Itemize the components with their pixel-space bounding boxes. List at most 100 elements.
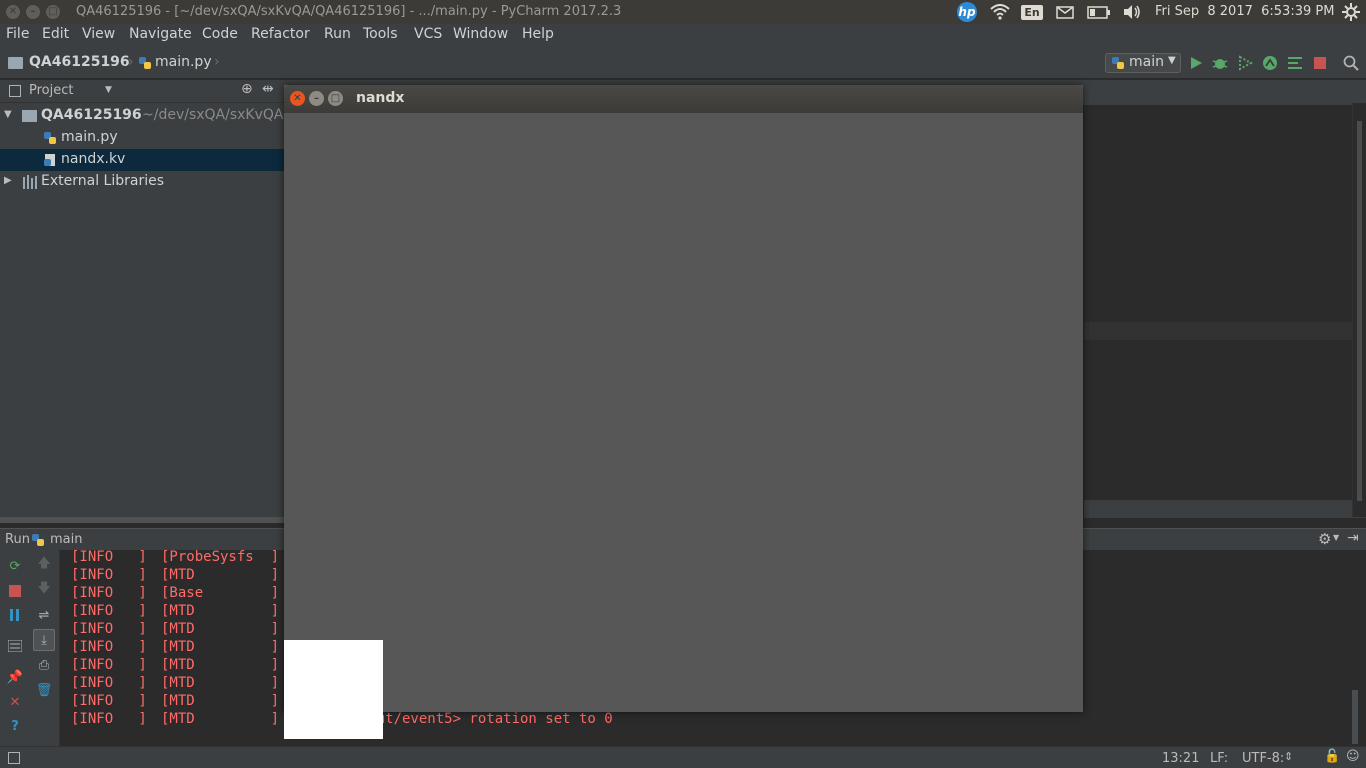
- breadcrumb-project[interactable]: QA46125196: [29, 54, 130, 70]
- kv-file-icon: [43, 153, 57, 167]
- dump-threads-icon[interactable]: [6, 637, 24, 655]
- coverage-icon[interactable]: [1237, 55, 1253, 71]
- python-file-icon: [138, 56, 152, 70]
- tree-item-label: main.py: [61, 129, 118, 145]
- maximize-icon: □: [48, 6, 58, 17]
- python-config-icon: [1111, 56, 1125, 70]
- print-icon[interactable]: ⎙: [35, 656, 53, 674]
- run-panel-label[interactable]: Run: [5, 532, 30, 547]
- line-separator[interactable]: LF:: [1210, 751, 1228, 766]
- window-maximize-button[interactable]: □: [46, 5, 60, 19]
- console-scroll-thumb[interactable]: [1352, 690, 1358, 744]
- battery-icon[interactable]: [1087, 2, 1111, 22]
- trash-icon[interactable]: 🗑: [35, 681, 53, 699]
- menu-run[interactable]: Run: [324, 26, 351, 42]
- mail-icon[interactable]: [1054, 2, 1076, 22]
- debug-icon[interactable]: [1212, 55, 1228, 71]
- settings-gear-icon[interactable]: ⚙: [1318, 530, 1331, 548]
- tree-item-main-py[interactable]: main.py: [0, 127, 284, 149]
- stop-icon[interactable]: [6, 582, 24, 600]
- kivy-maximize-button[interactable]: □: [328, 91, 343, 106]
- menu-help[interactable]: Help: [522, 26, 554, 42]
- python-file-icon: [43, 131, 57, 145]
- folder-icon: [22, 110, 37, 122]
- hp-logo-icon[interactable]: hp: [956, 2, 978, 22]
- rerun-icon[interactable]: ⟳: [6, 557, 24, 575]
- run-config-label: main: [1129, 54, 1164, 70]
- run-icon[interactable]: [1188, 55, 1204, 71]
- system-gear-icon[interactable]: [1340, 2, 1362, 22]
- tool-windows-icon[interactable]: [8, 752, 20, 764]
- profile-icon[interactable]: [1262, 55, 1278, 71]
- menu-tools[interactable]: Tools: [363, 26, 398, 42]
- close-icon[interactable]: ✕: [6, 693, 24, 711]
- keyboard-layout-label: En: [1021, 4, 1043, 20]
- expand-arrow-icon[interactable]: ▶: [4, 175, 12, 186]
- run-toolbar-secondary: 🡅 🡇 ⇌ ⤓ ⎙ 🗑: [30, 550, 60, 746]
- window-close-button[interactable]: ✕: [6, 5, 20, 19]
- run-config-selector[interactable]: main ▼: [1105, 53, 1181, 73]
- help-icon[interactable]: ?: [6, 717, 24, 735]
- run-list-icon[interactable]: [1287, 55, 1303, 71]
- menu-file[interactable]: File: [6, 26, 29, 42]
- horizontal-scrollbar[interactable]: [0, 517, 284, 523]
- tree-root-path: ~/dev/sxQA/sxKvQA: [142, 107, 284, 123]
- menu-navigate[interactable]: Navigate: [129, 26, 192, 42]
- kivy-white-widget[interactable]: [284, 640, 383, 739]
- breadcrumb-separator: ›: [128, 54, 134, 70]
- minimize-icon: –: [30, 6, 36, 17]
- menu-vcs[interactable]: VCS: [414, 26, 442, 42]
- tree-root-row[interactable]: ▼ QA46125196 ~/dev/sxQA/sxKvQA: [0, 105, 284, 127]
- kivy-canvas[interactable]: [284, 113, 1083, 739]
- scroll-to-end-icon[interactable]: ⤓: [33, 629, 55, 651]
- menu-view[interactable]: View: [82, 26, 115, 42]
- run-tab-main[interactable]: main: [50, 532, 82, 547]
- kivy-close-button[interactable]: ✕: [290, 91, 305, 106]
- clock[interactable]: Fri Sep 8 2017 6:53:39 PM: [1155, 4, 1334, 19]
- project-panel-title[interactable]: Project: [29, 83, 73, 98]
- kivy-window-titlebar[interactable]: ✕ – □ nandx: [284, 85, 1083, 113]
- editor-vertical-scrollbar[interactable]: [1352, 103, 1366, 517]
- soft-wrap-icon[interactable]: ⇌: [35, 606, 53, 624]
- close-icon: ✕: [293, 93, 302, 104]
- navigation-bar: QA46125196 › main.py › main ▼: [0, 46, 1366, 79]
- chevron-updown-icon[interactable]: ⇕: [1284, 750, 1293, 763]
- hide-panel-icon[interactable]: ⇥: [1347, 530, 1359, 546]
- caret-position[interactable]: 13:21: [1162, 751, 1199, 766]
- arrow-up-icon[interactable]: 🡅: [35, 556, 53, 574]
- expand-arrow-icon[interactable]: ▼: [4, 109, 12, 120]
- pin-icon[interactable]: 📌: [6, 668, 24, 686]
- chevron-down-icon[interactable]: ▼: [105, 85, 112, 95]
- tree-item-label: External Libraries: [41, 173, 164, 189]
- run-toolbar-primary: ⟳ 📌 ✕ ?: [0, 550, 30, 746]
- file-encoding[interactable]: UTF-8:: [1242, 751, 1284, 766]
- menu-refactor[interactable]: Refactor: [251, 26, 310, 42]
- breadcrumb-file[interactable]: main.py: [155, 54, 212, 70]
- pause-icon[interactable]: [6, 606, 24, 624]
- search-icon[interactable]: [1343, 55, 1359, 71]
- kivy-minimize-button[interactable]: –: [309, 91, 324, 106]
- inspector-icon[interactable]: ☺: [1346, 749, 1360, 764]
- stop-icon[interactable]: [1312, 55, 1328, 71]
- volume-icon[interactable]: [1121, 2, 1143, 22]
- scroll-thumb[interactable]: [1357, 121, 1362, 501]
- locate-icon[interactable]: ⊕: [241, 81, 253, 97]
- lock-icon[interactable]: 🔓: [1324, 749, 1340, 764]
- tree-item-label: nandx.kv: [61, 151, 126, 167]
- folder-icon: [8, 57, 23, 69]
- maximize-icon: □: [330, 93, 341, 104]
- collapse-icon[interactable]: ⇹: [262, 81, 274, 97]
- keyboard-layout-indicator[interactable]: En: [1021, 2, 1043, 22]
- menu-bar: File Edit View Navigate Code Refactor Ru…: [0, 24, 1366, 46]
- arrow-down-icon[interactable]: 🡇: [35, 581, 53, 599]
- tree-root-name: QA46125196: [41, 107, 142, 123]
- tree-item-external-libraries[interactable]: ▶ External Libraries: [0, 171, 284, 193]
- system-top-bar: ✕ – □ QA46125196 - [~/dev/sxQA/sxKvQA/QA…: [0, 0, 1366, 24]
- menu-window[interactable]: Window: [453, 26, 508, 42]
- menu-edit[interactable]: Edit: [42, 26, 69, 42]
- tree-item-nandx-kv[interactable]: nandx.kv: [0, 149, 284, 171]
- wifi-icon[interactable]: [989, 2, 1011, 22]
- menu-code[interactable]: Code: [202, 26, 238, 42]
- window-minimize-button[interactable]: –: [26, 5, 40, 19]
- chevron-down-icon[interactable]: ▼: [1333, 533, 1339, 542]
